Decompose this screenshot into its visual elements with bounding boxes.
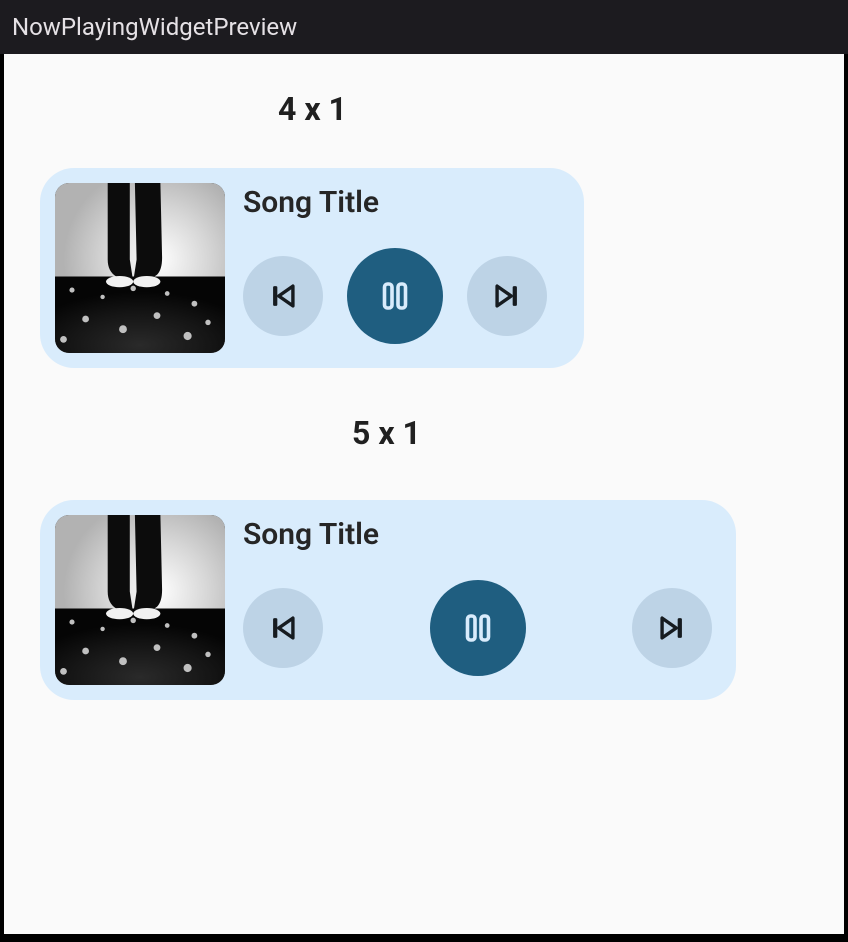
pause-button[interactable] [430, 580, 526, 676]
pause-icon [460, 610, 496, 646]
skip-next-icon [490, 279, 524, 313]
titlebar: NowPlayingWidgetPreview [0, 0, 848, 54]
now-playing-widget-5x1: Song Title [40, 500, 736, 700]
widget-right-column: Song Title [243, 183, 564, 353]
now-playing-widget-4x1: Song Title [40, 168, 584, 368]
next-button[interactable] [467, 256, 547, 336]
preview-canvas: 4 x 1 [4, 54, 844, 934]
skip-previous-icon [266, 279, 300, 313]
skip-previous-icon [266, 611, 300, 645]
song-title: Song Title [243, 185, 564, 220]
widget-size-label-4x1: 4 x 1 [278, 90, 808, 128]
next-button[interactable] [632, 588, 712, 668]
playback-controls [243, 248, 564, 344]
playback-controls [243, 580, 716, 676]
titlebar-text: NowPlayingWidgetPreview [12, 13, 297, 41]
album-art-icon [55, 515, 225, 685]
album-art-icon [55, 183, 225, 353]
widget-right-column: Song Title [243, 515, 716, 685]
song-title: Song Title [243, 517, 716, 552]
previous-button[interactable] [243, 256, 323, 336]
skip-next-icon [655, 611, 689, 645]
pause-icon [377, 278, 413, 314]
widget-size-label-5x1: 5 x 1 [352, 414, 808, 452]
previous-button[interactable] [243, 588, 323, 668]
pause-button[interactable] [347, 248, 443, 344]
